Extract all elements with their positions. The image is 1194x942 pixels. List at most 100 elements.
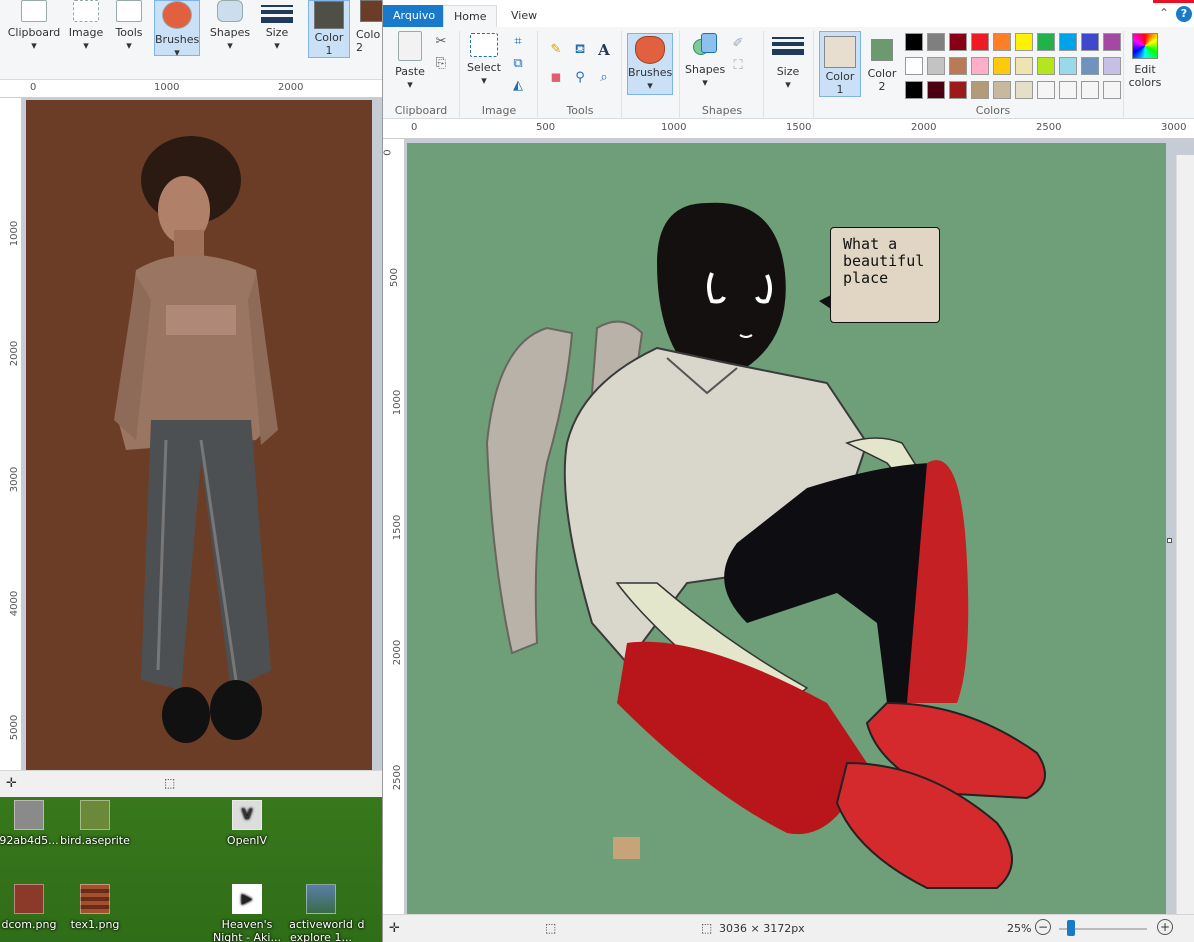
brushes-label: Brushes (628, 66, 673, 79)
shapes-button[interactable]: Shapes ▾ (685, 33, 725, 99)
palette-swatch[interactable] (993, 81, 1011, 99)
resize-handle[interactable] (1167, 538, 1172, 543)
palette-swatch[interactable] (993, 57, 1011, 75)
image-button[interactable]: Image ▾ (66, 0, 106, 76)
desktop-icon-file[interactable]: tex1.png (60, 884, 130, 931)
palette-swatch[interactable] (1037, 33, 1055, 51)
group-separator (459, 31, 460, 119)
brushes-label: Brushes (155, 33, 200, 46)
color1-label: Color 1 (825, 70, 855, 96)
palette-swatch[interactable] (927, 33, 945, 51)
size-button[interactable]: Size ▾ (256, 0, 298, 76)
pencil-icon[interactable]: ✎ (547, 41, 565, 59)
color2-button[interactable]: Color 2 (865, 31, 899, 97)
chevron-down-icon: ▾ (702, 76, 708, 89)
ruler-label: 1500 (786, 122, 812, 133)
chevron-down-icon: ▾ (647, 79, 653, 92)
palette-swatch[interactable] (993, 33, 1011, 51)
palette-swatch[interactable] (1015, 81, 1033, 99)
collapse-ribbon-icon[interactable]: ⌃ (1159, 6, 1169, 20)
tools-button[interactable]: Tools ▾ (110, 0, 148, 76)
paste-button[interactable]: Paste ▾ (391, 31, 429, 99)
palette-swatch[interactable] (1081, 33, 1099, 51)
desktop-icon-app[interactable]: V OpenIV (212, 800, 282, 847)
color1-button[interactable]: Color 1 (819, 31, 861, 97)
palette-swatch[interactable] (905, 81, 923, 99)
ruler-label: 1500 (392, 514, 404, 541)
palette-swatch[interactable] (1081, 57, 1099, 75)
fill-icon[interactable]: ⛾ (571, 41, 589, 59)
left-status-bar: ✛ ⬚ (0, 770, 382, 797)
ruler-label: 2000 (392, 639, 404, 666)
desktop-icon-file[interactable]: dcom.png (0, 884, 64, 931)
palette-swatch[interactable] (1037, 57, 1055, 75)
size-label: Size (776, 65, 800, 78)
palette-swatch[interactable] (1059, 33, 1077, 51)
drawing-canvas[interactable] (26, 100, 372, 770)
cursor-position-icon: ✛ (389, 921, 400, 936)
video-file-icon: ▶ (232, 884, 262, 914)
resize-icon[interactable]: ⧉ (509, 55, 527, 73)
palette-swatch[interactable] (905, 33, 923, 51)
ruler-label: 2500 (1036, 122, 1062, 133)
palette-swatch[interactable] (971, 33, 989, 51)
chevron-down-icon: ▾ (126, 39, 132, 52)
select-button[interactable]: Select ▾ (467, 33, 501, 99)
drawing-canvas[interactable]: What a beautiful place (407, 143, 1166, 914)
eraser-icon[interactable]: ◼ (547, 69, 565, 87)
palette-swatch[interactable] (949, 81, 967, 99)
palette-swatch[interactable] (1015, 57, 1033, 75)
selection-size-icon: ⬚ (164, 776, 176, 790)
palette-swatch[interactable] (927, 57, 945, 75)
brushes-button[interactable]: Brushes ▾ (154, 0, 200, 59)
desktop-icon-file[interactable]: bird.aseprite (60, 800, 130, 847)
size-lines-icon (256, 0, 298, 26)
shapes-button[interactable]: Shapes ▾ (208, 0, 252, 76)
palette-swatch[interactable] (971, 81, 989, 99)
rotate-icon[interactable]: ◭ (509, 77, 527, 95)
palette-swatch[interactable] (927, 81, 945, 99)
outline-icon[interactable]: ✐ (729, 35, 747, 53)
tab-file[interactable]: Arquivo (383, 5, 446, 27)
fill-shape-icon[interactable]: ⛶ (729, 57, 747, 75)
desktop-icon-file[interactable]: ▶ Heaven's Night - Aki... (212, 884, 282, 942)
text-icon[interactable]: A (595, 41, 613, 59)
palette-swatch[interactable] (1103, 33, 1121, 51)
palette-swatch[interactable] (1081, 81, 1099, 99)
color2-label: Color 2 (867, 67, 897, 93)
magnifier-icon[interactable]: ⌕ (595, 69, 613, 87)
palette-swatch[interactable] (949, 57, 967, 75)
palette-swatch[interactable] (1059, 81, 1077, 99)
copy-icon[interactable]: ⎘ (432, 55, 450, 73)
palette-swatch[interactable] (1103, 81, 1121, 99)
vertical-scrollbar[interactable] (1176, 155, 1194, 914)
palette-swatch[interactable] (1015, 33, 1033, 51)
palette-swatch[interactable] (971, 57, 989, 75)
shapes-label: Shapes (209, 26, 251, 39)
desktop-icon-file[interactable]: d (346, 918, 376, 931)
ruler-label: 500 (389, 267, 401, 288)
palette-swatch[interactable] (1037, 81, 1055, 99)
help-icon[interactable]: ? (1176, 6, 1192, 22)
zoom-slider-thumb[interactable] (1067, 920, 1075, 936)
clipboard-button[interactable]: Clipboard ▾ (4, 0, 64, 76)
tools-icon (116, 0, 142, 22)
palette-swatch[interactable] (949, 33, 967, 51)
color-picker-icon[interactable]: ⚲ (571, 69, 589, 87)
color2-button[interactable]: Colo 2 (356, 0, 382, 58)
zoom-out-icon[interactable]: − (1035, 919, 1051, 935)
brushes-button[interactable]: Brushes ▾ (627, 33, 673, 95)
tab-view[interactable]: View (501, 5, 547, 27)
desktop-icon-file[interactable]: 92ab4d5... (0, 800, 64, 847)
size-button[interactable]: Size ▾ (769, 33, 807, 99)
palette-swatch[interactable] (1059, 57, 1077, 75)
palette-swatch[interactable] (905, 57, 923, 75)
edit-colors-button[interactable]: Edit colors (1127, 33, 1163, 99)
zoom-in-icon[interactable]: + (1157, 919, 1173, 935)
desktop-icon-file[interactable]: activeworld explore 1... (286, 884, 356, 942)
palette-swatch[interactable] (1103, 57, 1121, 75)
color1-button[interactable]: Color 1 (308, 0, 350, 58)
tab-home[interactable]: Home (443, 5, 498, 27)
crop-icon[interactable]: ⌗ (509, 33, 527, 51)
cut-icon[interactable]: ✂ (432, 33, 450, 51)
